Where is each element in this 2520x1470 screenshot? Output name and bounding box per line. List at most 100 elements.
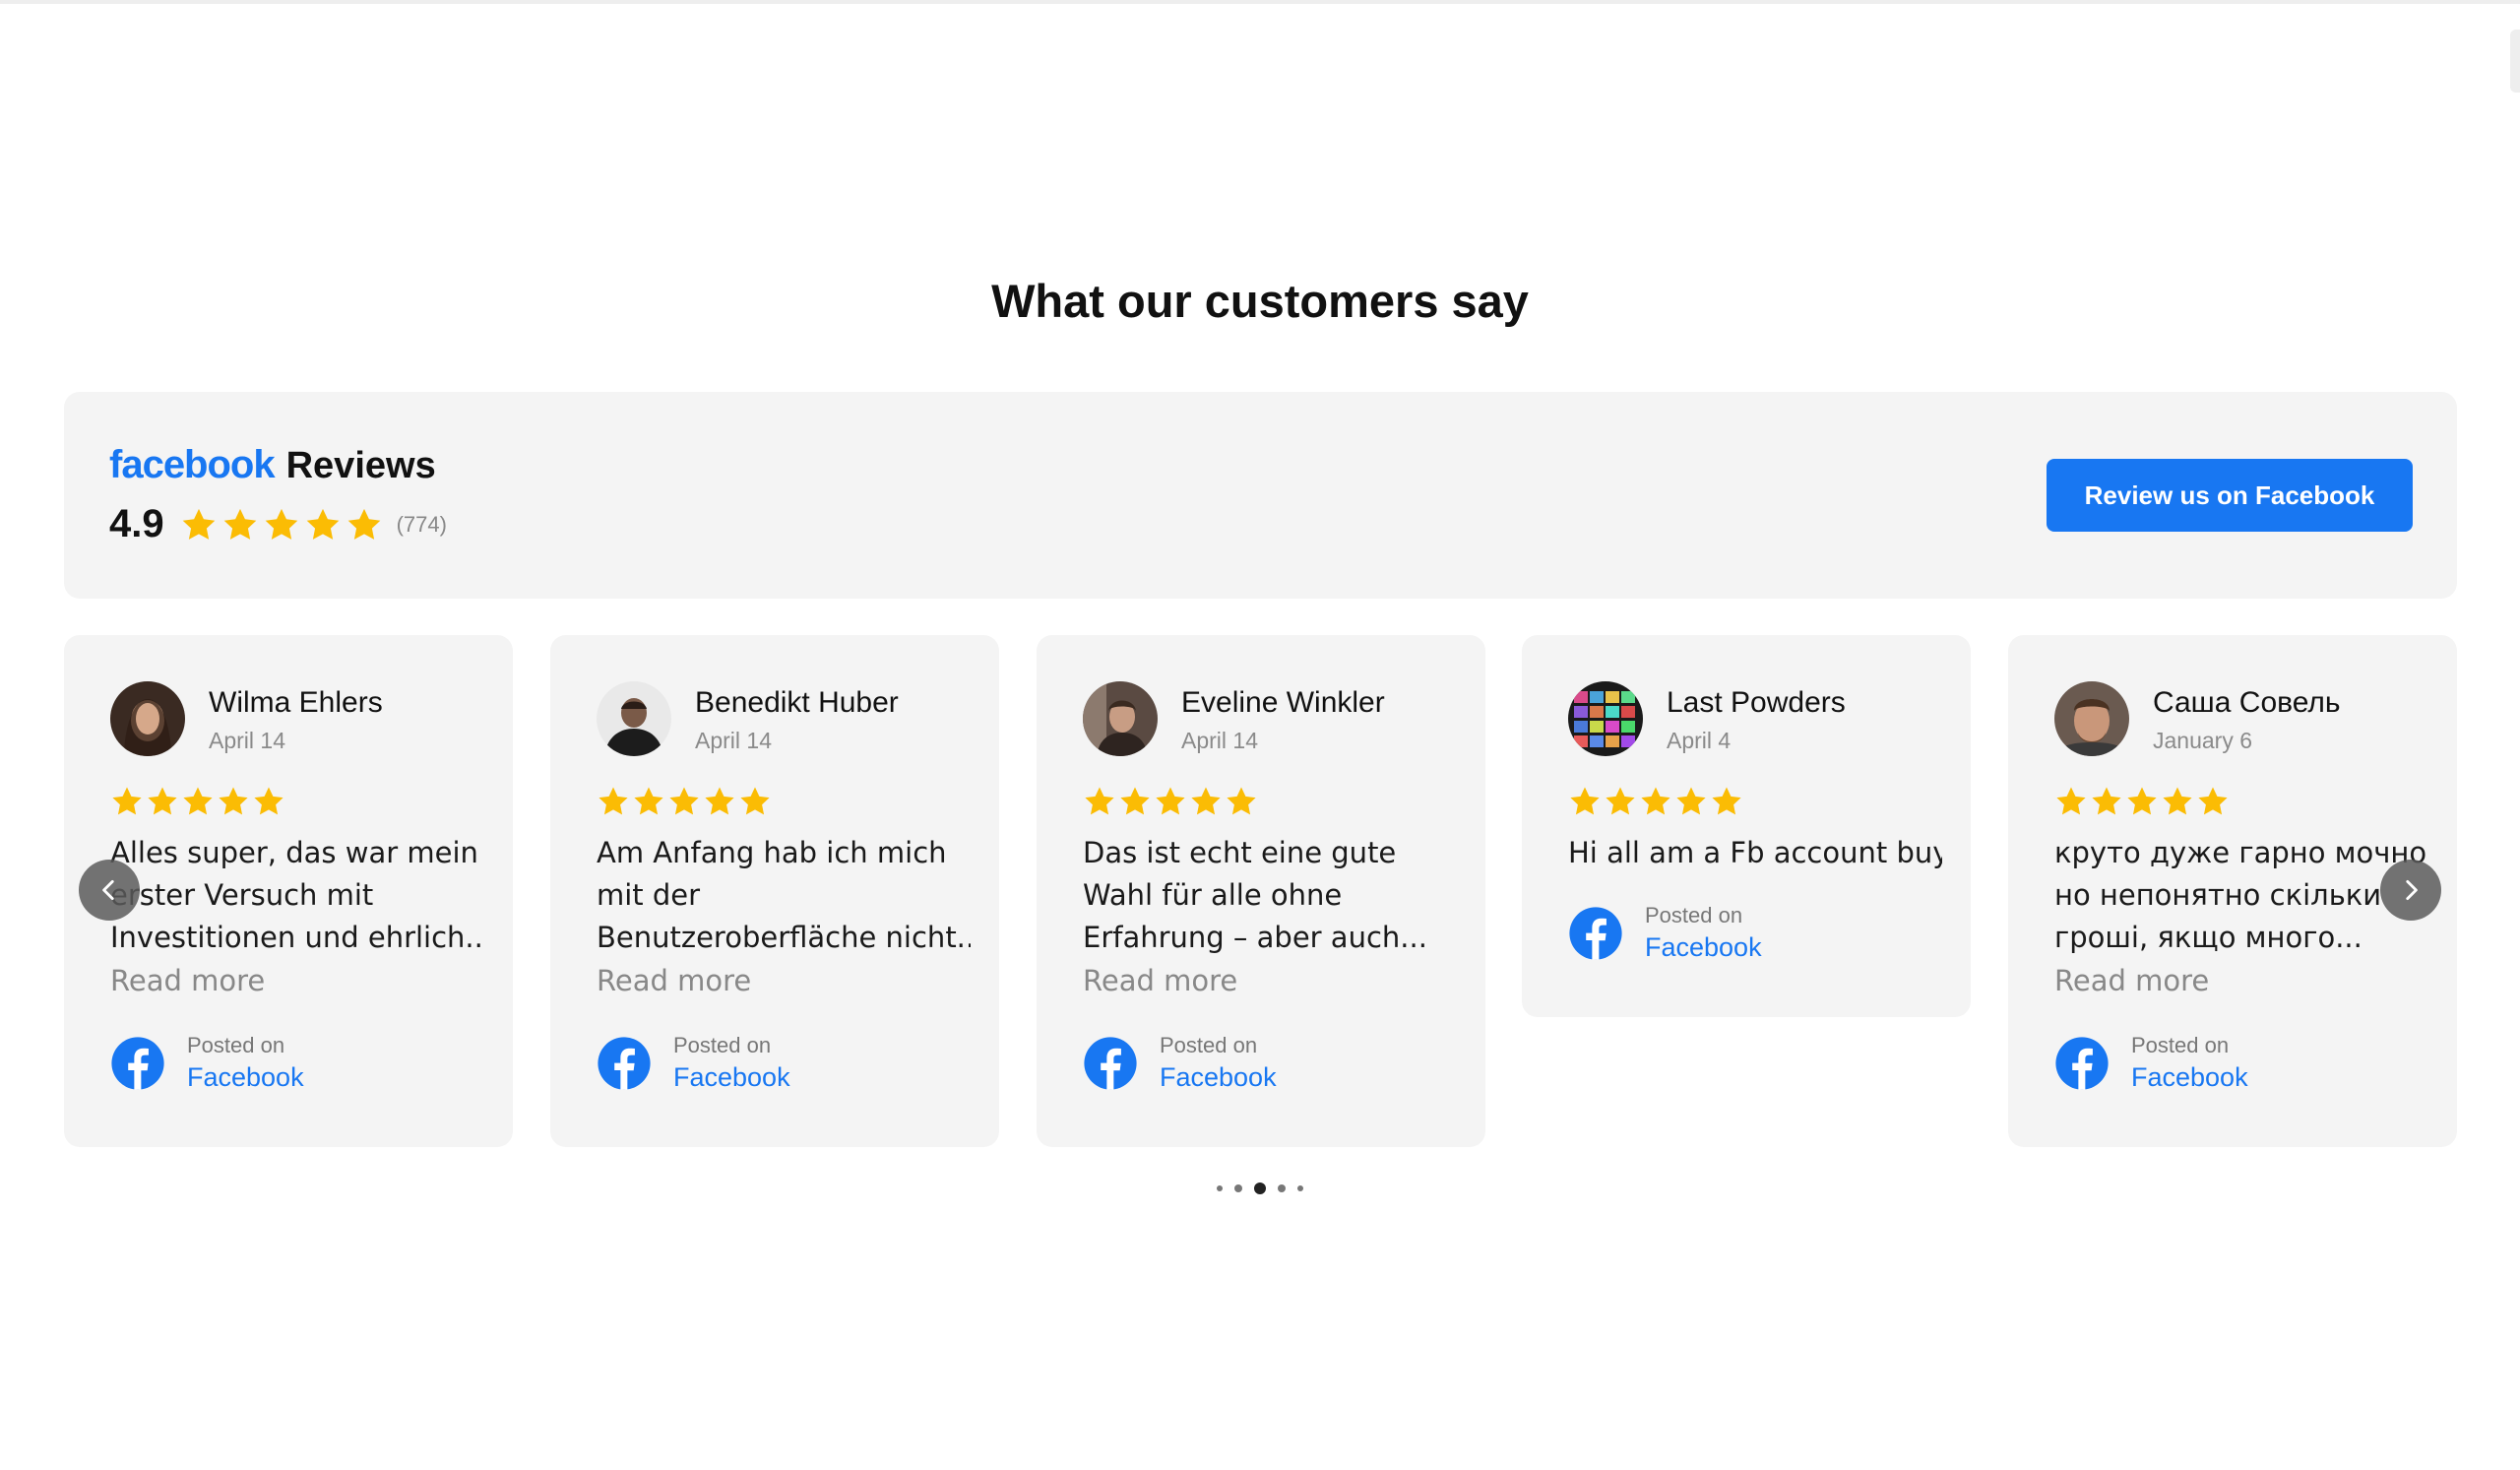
avatar: [2054, 681, 2129, 756]
posted-on-label: Posted on: [673, 1033, 772, 1057]
review-card: Eveline Winkler April 14 Das ist echt ei…: [1037, 635, 1485, 1147]
star-icon: [2090, 785, 2123, 818]
posted-on: Posted on Facebook: [597, 1033, 790, 1093]
review-text: Am Anfang hab ich mich mit der Benutzero…: [597, 832, 971, 959]
carousel-prev-button[interactable]: [79, 860, 140, 921]
review-text-line: Alles super, das war mein: [110, 836, 478, 869]
star-icon: [2054, 785, 2088, 818]
star-icon: [667, 785, 701, 818]
review-stars: [597, 785, 772, 818]
pagination-dot[interactable]: [1234, 1184, 1242, 1192]
star-icon: [346, 506, 383, 543]
pagination-dot[interactable]: [1297, 1185, 1303, 1191]
star-icon: [146, 785, 179, 818]
review-stars: [1568, 785, 1743, 818]
review-date: April 14: [1181, 728, 1258, 753]
review-text-line: erster Versuch mit: [110, 878, 374, 912]
review-date: April 4: [1667, 728, 1732, 753]
review-text-line: Wahl für alle ohne: [1083, 878, 1343, 912]
read-more-link[interactable]: Read more: [597, 964, 751, 997]
review-card: Benedikt Huber April 14 Am Anfang hab ic…: [550, 635, 999, 1147]
star-icon: [738, 785, 772, 818]
reviewer-name: Benedikt Huber: [695, 686, 899, 719]
facebook-link[interactable]: Facebook: [1160, 1062, 1277, 1093]
star-icon: [632, 785, 665, 818]
star-icon: [221, 506, 259, 543]
reviewer-name: Eveline Winkler: [1181, 686, 1385, 719]
pagination-dot-active[interactable]: [1254, 1182, 1266, 1194]
reviews-carousel: Wilma Ehlers April 14 Alles super, das w…: [64, 635, 2457, 1147]
star-icon: [217, 785, 250, 818]
review-text-line: Am Anfang hab ich mich: [597, 836, 947, 869]
star-icon: [1225, 785, 1258, 818]
star-icon: [1710, 785, 1743, 818]
review-text-line: Benutzeroberfläche nicht...: [597, 921, 971, 954]
carousel-next-button[interactable]: [2380, 860, 2441, 921]
posted-on: Posted on Facebook: [2054, 1033, 2248, 1093]
star-icon: [2196, 785, 2230, 818]
review-count: (774): [396, 511, 447, 537]
review-text: Das ist echt eine gute Wahl für alle ohn…: [1083, 832, 1457, 959]
pagination-dot[interactable]: [1278, 1184, 1286, 1192]
reviewer-name: Last Powders: [1667, 686, 1846, 719]
star-icon: [1568, 785, 1602, 818]
facebook-icon: [2054, 1036, 2110, 1091]
facebook-link[interactable]: Facebook: [2131, 1062, 2248, 1093]
review-us-button[interactable]: Review us on Facebook: [2047, 459, 2413, 532]
posted-on-label: Posted on: [1645, 903, 1743, 927]
review-date: April 14: [209, 728, 285, 753]
star-icon: [180, 506, 218, 543]
star-icon: [252, 785, 285, 818]
review-text-line: mit der: [597, 878, 701, 912]
facebook-icon: [110, 1036, 165, 1091]
brand-row: facebook Reviews: [109, 443, 436, 487]
posted-on-label: Posted on: [187, 1033, 285, 1057]
review-text: Alles super, das war mein erster Versuch…: [110, 832, 484, 959]
review-text: круто дуже гарно мочно но непонятно скіл…: [2054, 832, 2428, 959]
rating-value: 4.9: [109, 502, 164, 545]
facebook-link[interactable]: Facebook: [1645, 932, 1762, 963]
avatar: [110, 681, 185, 756]
avatar: [1568, 681, 1643, 756]
star-icon: [2125, 785, 2159, 818]
reviews-heading: Reviews: [285, 445, 436, 486]
avatar: [597, 681, 671, 756]
reviewer-name: Wilma Ehlers: [209, 686, 383, 719]
star-icon: [110, 785, 144, 818]
reviewer-name: Саша Совель: [2153, 686, 2341, 719]
review-text-line: Investitionen und ehrlich...: [110, 921, 484, 954]
posted-on-label: Posted on: [1160, 1033, 1258, 1057]
scrollbar-thumb[interactable]: [2510, 30, 2520, 93]
reviews-summary-panel: facebook Reviews 4.9 (774) Review us on …: [64, 392, 2457, 599]
review-text: Hi all am a Fb account buy: [1568, 832, 1942, 874]
review-stars: [110, 785, 285, 818]
star-icon: [597, 785, 630, 818]
star-icon: [703, 785, 736, 818]
top-divider: [0, 0, 2520, 4]
facebook-icon: [597, 1036, 652, 1091]
facebook-logo: facebook: [109, 443, 276, 486]
read-more-link[interactable]: Read more: [110, 964, 265, 997]
review-text-line: Hi all am a Fb account buy: [1568, 836, 1942, 869]
read-more-link[interactable]: Read more: [1083, 964, 1237, 997]
review-text-line: гроші, якщо много...: [2054, 921, 2362, 954]
star-icon: [1118, 785, 1152, 818]
review-card: Last Powders April 4 Hi all am a Fb acco…: [1522, 635, 1971, 1017]
review-stars: [2054, 785, 2230, 818]
read-more-link[interactable]: Read more: [2054, 964, 2209, 997]
section-title: What our customers say: [991, 275, 1529, 327]
carousel-pagination: [1217, 1182, 1303, 1194]
review-text-line: Das ist echt eine gute: [1083, 836, 1397, 869]
star-icon: [1083, 785, 1116, 818]
facebook-icon: [1568, 906, 1623, 961]
posted-on: Posted on Facebook: [1568, 903, 1762, 963]
pagination-dot[interactable]: [1217, 1185, 1223, 1191]
review-stars: [1083, 785, 1258, 818]
facebook-link[interactable]: Facebook: [673, 1062, 790, 1093]
review-text-line: Erfahrung – aber auch...: [1083, 921, 1427, 954]
chevron-right-icon: [2406, 879, 2418, 901]
star-icon: [1604, 785, 1637, 818]
facebook-link[interactable]: Facebook: [187, 1062, 304, 1093]
star-icon: [181, 785, 215, 818]
star-icon: [1674, 785, 1708, 818]
